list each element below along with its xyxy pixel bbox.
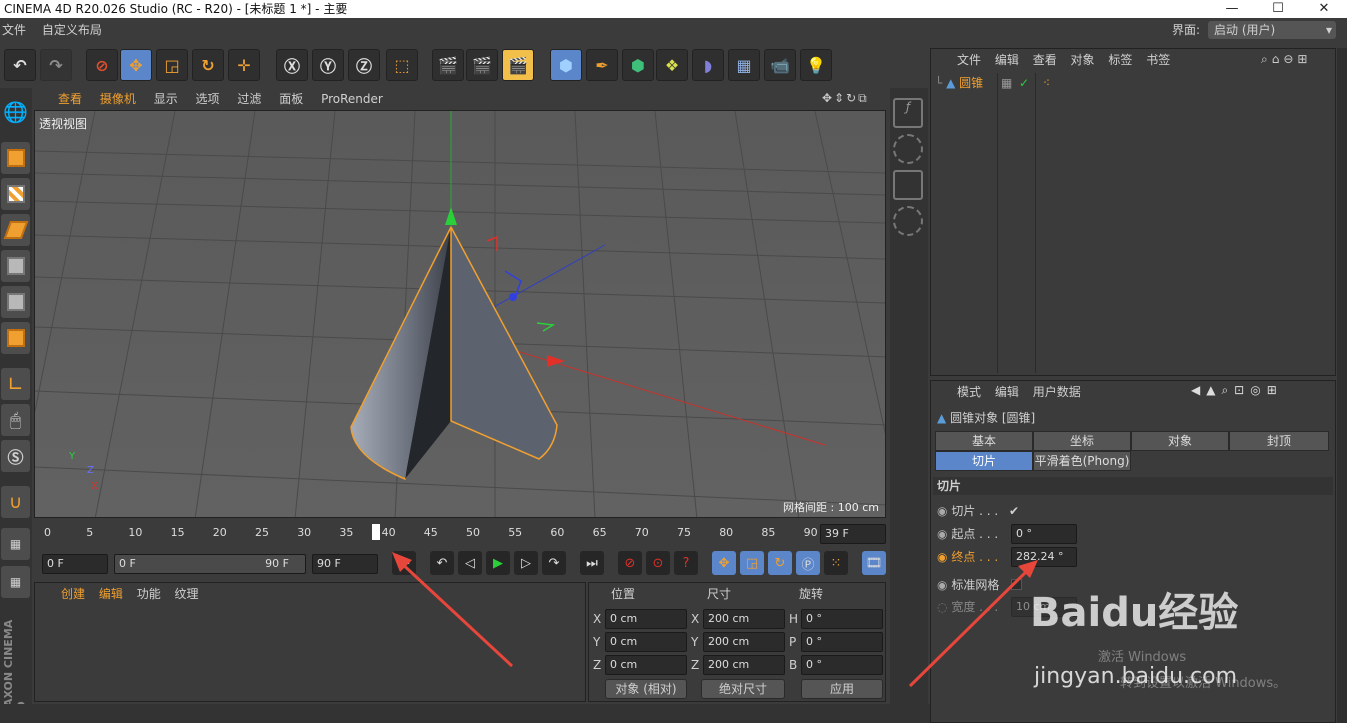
activate-windows: 激活 Windows [1098,650,1187,665]
status-bar [0,704,930,723]
watermark-brand: Baidu经验 [1030,590,1239,636]
arrow-timeline [396,558,514,668]
activate-windows-sub: 转到设置以激活 Windows。 [1120,676,1287,691]
arrow-end-angle [908,566,1032,688]
baidu-watermark: Baidu经验 激活 Windows jingyan.baidu.com 转到设… [1030,580,1340,691]
